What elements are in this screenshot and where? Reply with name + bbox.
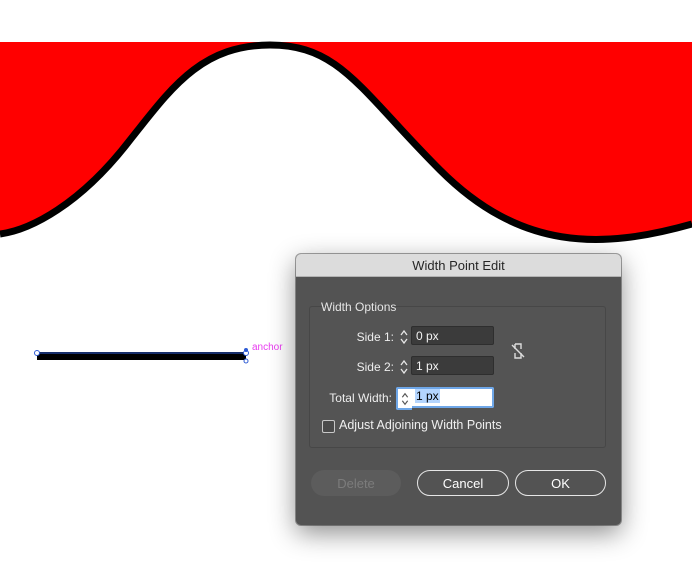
- side2-label: Side 2:: [356, 360, 394, 374]
- selected-text: 1 px: [415, 389, 440, 403]
- side1-label: Side 1:: [356, 330, 394, 344]
- width-point-top[interactable]: [244, 348, 248, 352]
- width-options-title: Width Options: [321, 300, 397, 314]
- anchor-label: anchor: [252, 342, 283, 353]
- side1-stepper[interactable]: [397, 326, 411, 347]
- side2-stepper[interactable]: [397, 356, 411, 377]
- width-point-bottom[interactable]: [243, 358, 249, 364]
- side1-input[interactable]: 0 px: [411, 326, 494, 345]
- start-anchor-point[interactable]: [34, 350, 40, 356]
- stepper-arrows-icon: [401, 392, 409, 405]
- stepper-arrows-icon: [400, 359, 408, 374]
- total-width-stepper[interactable]: [396, 387, 412, 410]
- delete-button[interactable]: Delete: [311, 470, 401, 496]
- ok-button[interactable]: OK: [515, 470, 606, 496]
- side2-input[interactable]: 1 px: [411, 356, 494, 375]
- cancel-button[interactable]: Cancel: [417, 470, 509, 496]
- total-width-label: Total Width:: [329, 391, 392, 405]
- total-width-input[interactable]: 1 px: [412, 387, 494, 408]
- unlink-icon: [511, 343, 525, 359]
- link-sides-toggle[interactable]: [509, 340, 527, 362]
- width-point-edit-dialog: Width Point Edit Width Options Side 1: 0…: [296, 254, 621, 525]
- adjust-adjoining-label[interactable]: Adjust Adjoining Width Points: [339, 418, 502, 432]
- adjust-adjoining-checkbox[interactable]: [322, 420, 335, 433]
- stepper-arrows-icon: [400, 329, 408, 344]
- dialog-title[interactable]: Width Point Edit: [296, 254, 621, 277]
